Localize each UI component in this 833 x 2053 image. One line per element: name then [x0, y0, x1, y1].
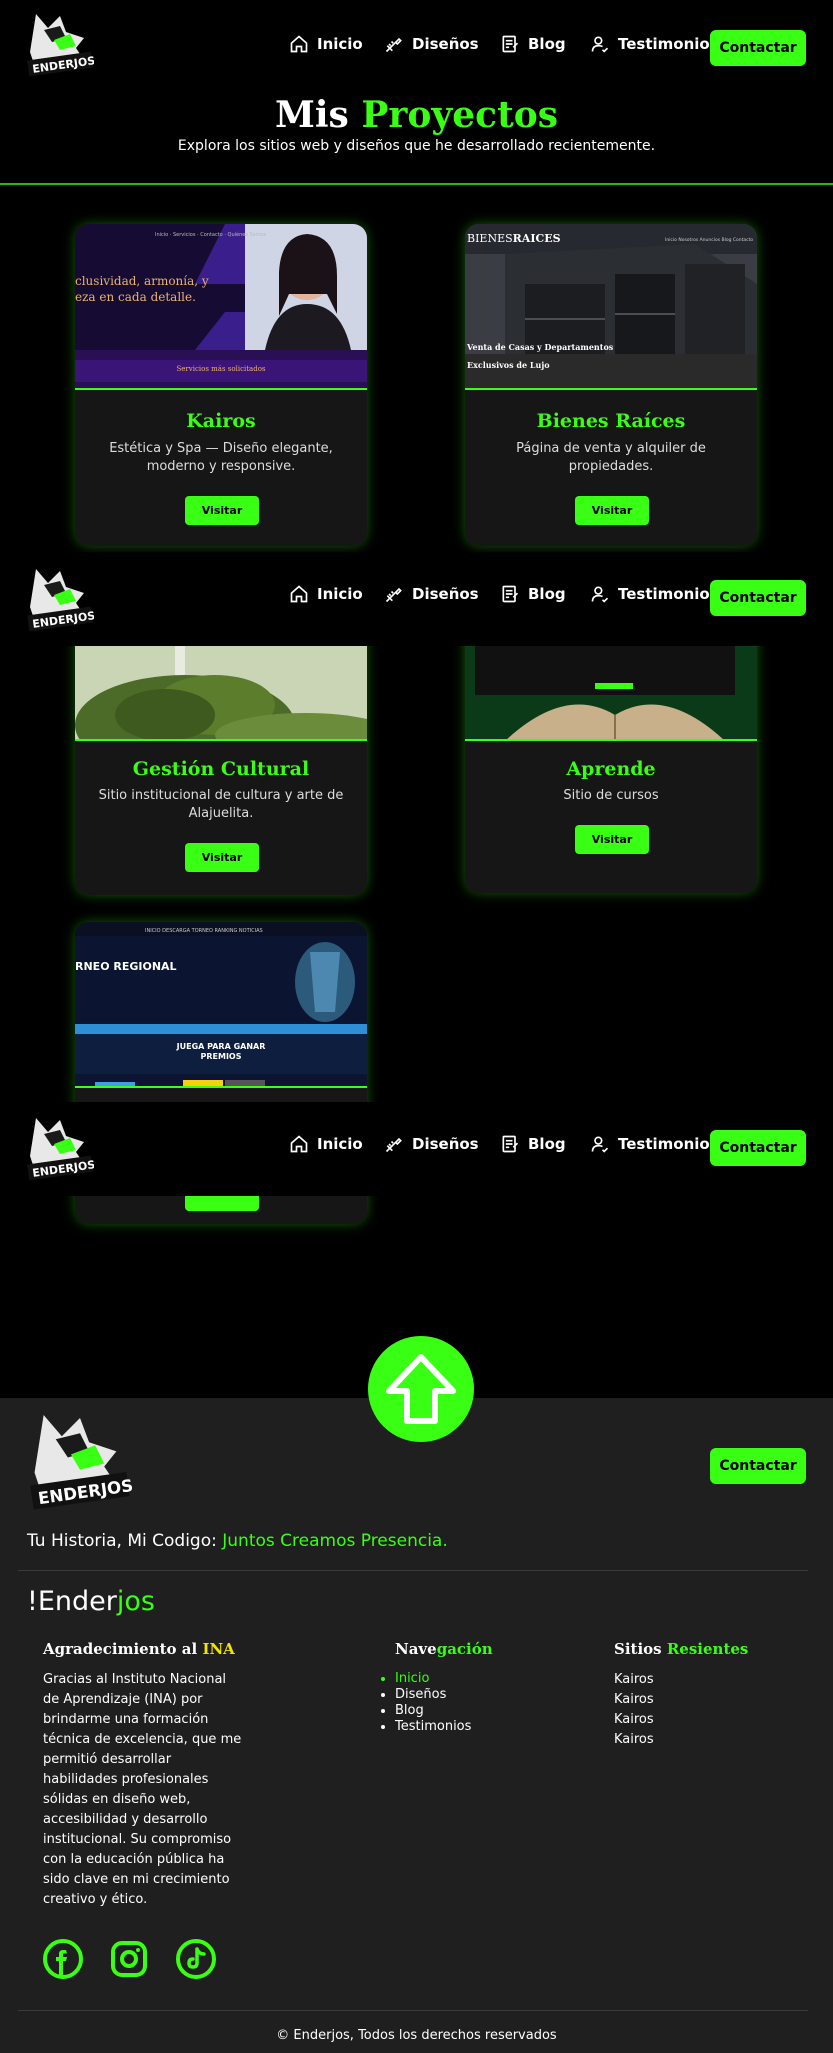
blog-icon: [502, 585, 519, 603]
thumb-brand: BIENESRAICES: [467, 232, 561, 245]
project-thumbnail: INICIO DESCARGA TORNEO RANKING NOTICIAS …: [75, 922, 367, 1088]
home-icon: [290, 35, 308, 53]
footer-link-blog[interactable]: Blog: [395, 1703, 471, 1719]
footer-tagline: Tu Historia, Mi Codigo: Juntos Creamos P…: [27, 1531, 448, 1551]
nav-link-blog[interactable]: Blog: [500, 34, 566, 54]
footer-heading-ina: Agradecimiento al INA: [43, 1640, 235, 1658]
project-description: Sitio institucional de cultura y arte de…: [98, 788, 344, 821]
enderjos-logo[interactable]: ENDERJOS: [26, 12, 94, 78]
footer-bottom-divider: [18, 2010, 808, 2011]
user-check-icon: [591, 1136, 609, 1153]
thumb-headline-1: RNEO REGIONAL: [75, 960, 177, 973]
footer-nav-list: Inicio Diseños Blog Testimonios: [395, 1671, 471, 1735]
thumb-headline-2: Exclusivos de Lujo: [467, 360, 550, 370]
nav-link-disenos[interactable]: Diseños: [384, 584, 479, 604]
blog-icon: [502, 1135, 519, 1153]
thumb-headline-1: Venta de Casas y Departamentos: [467, 342, 614, 352]
footer-ina-text: Gracias al Instituto Nacional de Aprendi…: [43, 1672, 242, 1907]
top-navbar: ENDERJOS Inicio Diseños Blog Testimonios…: [0, 0, 833, 88]
project-card-kairos: Inicio · Servicios · Contacto · Quiénes …: [75, 224, 367, 546]
pen-ruler-icon: [385, 587, 402, 603]
contact-button[interactable]: Contactar: [710, 580, 806, 616]
blog-icon: [502, 35, 519, 53]
project-description: Estética y Spa — Diseño elegante, modern…: [109, 441, 333, 474]
header-divider: [0, 183, 833, 185]
footer-heading-navegacion: Navegación: [395, 1640, 493, 1658]
footer-site-link[interactable]: Kairos: [614, 1710, 654, 1730]
footer-divider: [18, 1570, 808, 1571]
project-description: Sitio de cursos: [563, 788, 659, 803]
scroll-to-top-button[interactable]: [368, 1336, 474, 1442]
project-title: Kairos: [186, 410, 256, 432]
sticky-navbar-capture-3: ENDERJOS Inicio Diseños Blog Testimonios…: [0, 1102, 833, 1196]
page-title: Mis Proyectos: [274, 94, 559, 136]
footer-link-inicio[interactable]: Inicio: [395, 1671, 471, 1687]
pen-ruler-icon: [385, 1137, 402, 1153]
nav-link-blog[interactable]: Blog: [500, 1134, 566, 1154]
footer-brand: !Enderjos: [27, 1586, 155, 1617]
tiktok-icon[interactable]: [175, 1938, 217, 1980]
project-title: Bienes Raíces: [536, 410, 686, 432]
user-check-icon: [591, 36, 609, 53]
footer-link-disenos[interactable]: Diseños: [395, 1687, 471, 1703]
enderjos-logo[interactable]: ENDERJOS: [26, 567, 94, 633]
torneo-preview-image: INICIO DESCARGA TORNEO RANKING NOTICIAS: [75, 922, 367, 1086]
facebook-icon[interactable]: [42, 1938, 84, 1980]
nav-link-blog[interactable]: Blog: [500, 584, 566, 604]
footer-sites-list: Kairos Kairos Kairos Kairos: [614, 1670, 654, 1750]
enderjos-logo[interactable]: ENDERJOS: [26, 1116, 94, 1182]
nav-link-testimonios[interactable]: Testimonios: [590, 1134, 719, 1154]
visit-button[interactable]: Visitar: [185, 496, 259, 525]
instagram-icon[interactable]: [108, 1938, 150, 1980]
enderjos-logo[interactable]: ENDERJOS: [28, 1412, 132, 1512]
thumb-headline-1: clusividad, armonía, y: [75, 274, 209, 288]
project-thumbnail: Inicio · Servicios · Contacto · Quiénes …: [75, 224, 367, 390]
footer-site-link[interactable]: Kairos: [614, 1690, 654, 1710]
nav-link-disenos[interactable]: Diseños: [384, 1134, 479, 1154]
thumb-headline-3: PREMIOS: [200, 1052, 242, 1061]
footer-site-link[interactable]: Kairos: [614, 1730, 654, 1750]
pen-ruler-icon: [385, 37, 402, 53]
project-thumbnail: Inicio Nosotros Anuncios Blog Contacto B…: [465, 224, 757, 390]
svg-text:INICIO DESCARGA TORNEO RANK: INICIO DESCARGA TORNEO RANKING NOTICIAS: [145, 928, 263, 934]
contact-button[interactable]: Contactar: [710, 30, 806, 66]
svg-text:Inicio · Servicios · Contacto: Inicio · Servicios · Contacto · Quiénes …: [155, 231, 267, 238]
thumb-headline-2: JUEGA PARA GANAR: [176, 1042, 266, 1051]
project-title: Gestión Cultural: [132, 758, 310, 780]
sticky-navbar-capture-2: ENDERJOS Inicio Diseños Blog Testimonios…: [0, 552, 833, 646]
site-footer: ENDERJOS Contactar Tu Historia, Mi Codig…: [0, 1398, 833, 2053]
thumb-section-bar: Servicios más solicitados: [176, 365, 266, 373]
home-icon: [290, 1135, 308, 1153]
project-title: Aprende: [566, 758, 656, 780]
copyright-text: © Enderjos, Todos los derechos reservado…: [276, 2028, 557, 2043]
contact-button[interactable]: Contactar: [710, 1130, 806, 1166]
user-check-icon: [591, 586, 609, 603]
nav-link-inicio[interactable]: Inicio: [289, 1134, 363, 1154]
nav-link-inicio[interactable]: Inicio: [289, 584, 363, 604]
project-card-bienes-raices: Inicio Nosotros Anuncios Blog Contacto B…: [465, 224, 757, 546]
footer-site-link[interactable]: Kairos: [614, 1670, 654, 1690]
nav-link-testimonios[interactable]: Testimonios: [590, 34, 719, 54]
arrow-up-icon: [386, 1354, 456, 1424]
thumb-headline-2: eza en cada detalle.: [75, 290, 196, 304]
svg-text:Inicio Nosotros Anuncios Bl: Inicio Nosotros Anuncios Blog Contacto: [665, 237, 753, 243]
nav-link-testimonios[interactable]: Testimonios: [590, 584, 719, 604]
page-subtitle: Explora los sitios web y diseños que he …: [177, 138, 656, 154]
visit-button[interactable]: Visitar: [575, 496, 649, 525]
visit-button[interactable]: Visitar: [185, 843, 259, 872]
visit-button[interactable]: Visitar: [575, 825, 649, 854]
nav-link-inicio[interactable]: Inicio: [289, 34, 363, 54]
footer-link-testimonios[interactable]: Testimonios: [395, 1719, 471, 1735]
footer-contact-button[interactable]: Contactar: [710, 1448, 806, 1484]
footer-heading-sitios: Sitios Resientes: [614, 1640, 749, 1658]
nav-link-disenos[interactable]: Diseños: [384, 34, 479, 54]
home-icon: [290, 585, 308, 603]
project-description: Página de venta y alquiler de propiedade…: [516, 441, 706, 474]
